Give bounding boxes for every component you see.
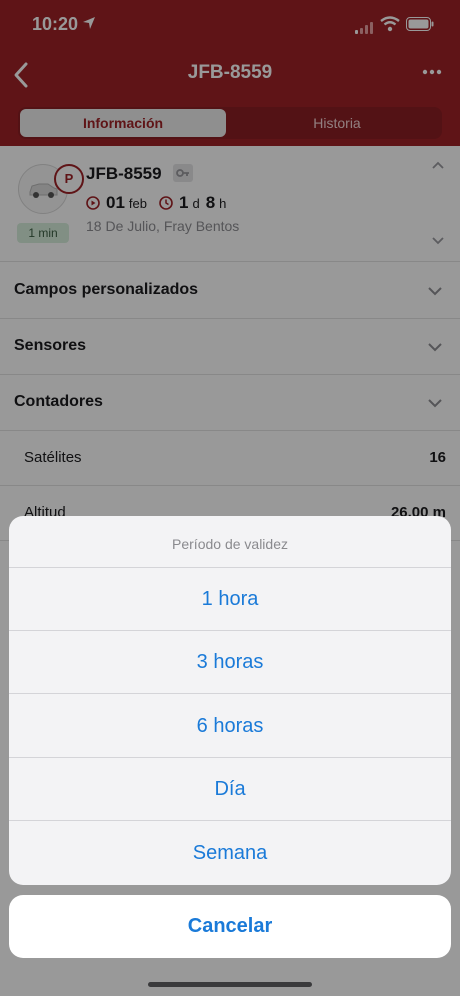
- option-semana[interactable]: Semana: [9, 822, 451, 885]
- option-dia[interactable]: Día: [9, 758, 451, 821]
- option-1-hora[interactable]: 1 hora: [9, 568, 451, 631]
- action-sheet: Período de validez 1 hora 3 horas 6 hora…: [9, 516, 451, 885]
- option-3-horas[interactable]: 3 horas: [9, 631, 451, 694]
- option-6-horas[interactable]: 6 horas: [9, 695, 451, 758]
- action-sheet-title: Período de validez: [9, 516, 451, 568]
- cancel-button[interactable]: Cancelar: [9, 895, 451, 958]
- home-indicator[interactable]: [148, 982, 312, 987]
